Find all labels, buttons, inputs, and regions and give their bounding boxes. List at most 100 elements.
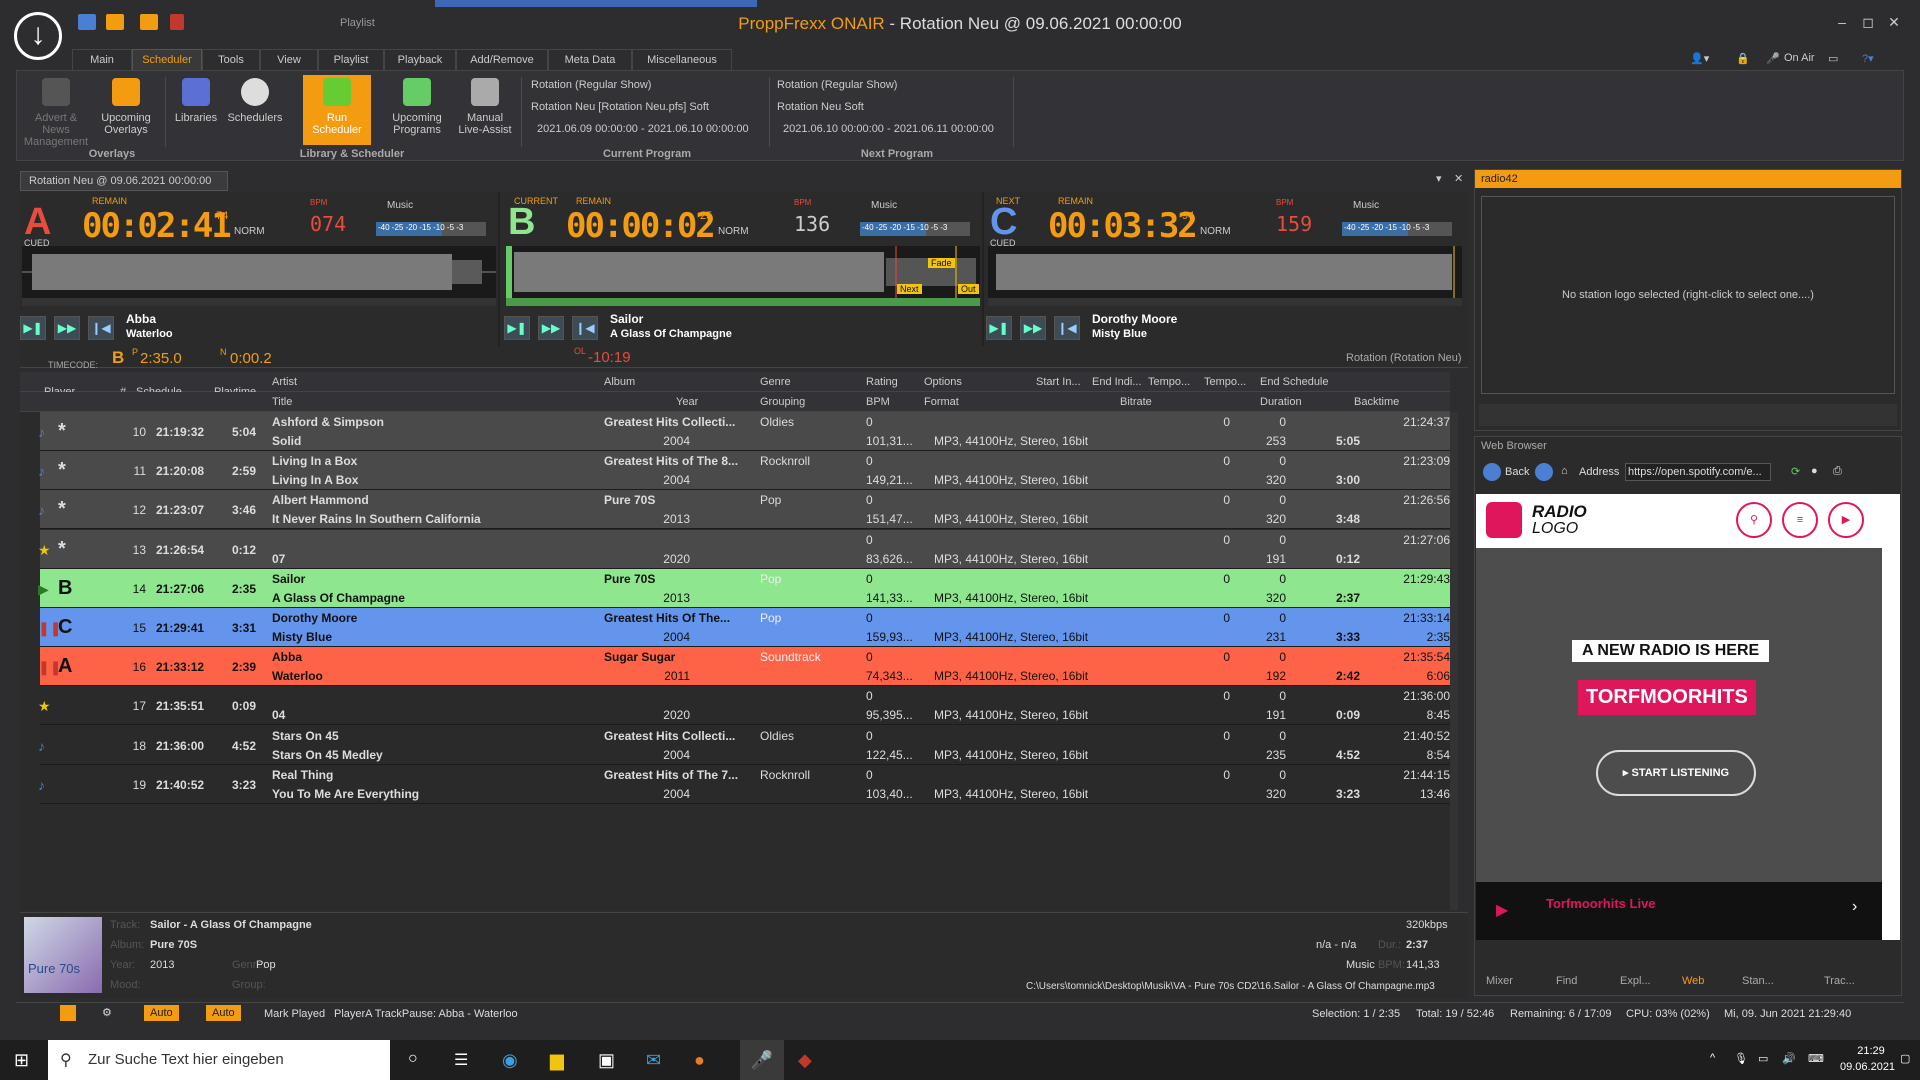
- mic-icon[interactable]: 🎤: [1766, 52, 1780, 65]
- table-row[interactable]: ★ 17 21:35:51 0:09 0 0 0 21:36:00 04 2020 95,395..…: [38, 686, 1450, 726]
- explorer-icon[interactable]: ▆: [550, 1050, 564, 1071]
- radio42-toolbar[interactable]: [1479, 404, 1897, 426]
- cue-back-button[interactable]: ❙◀: [88, 316, 114, 340]
- waveform[interactable]: [22, 246, 496, 298]
- tab-view[interactable]: View: [260, 49, 318, 70]
- panel-tab-mixer[interactable]: Mixer: [1486, 975, 1513, 987]
- site-play-icon[interactable]: ▶: [1828, 502, 1864, 538]
- refresh-icon[interactable]: ⟳: [1791, 465, 1800, 478]
- back-button[interactable]: Back: [1505, 466, 1529, 478]
- libraries-button[interactable]: Libraries: [171, 75, 221, 145]
- monitor-icon[interactable]: ▭: [1828, 52, 1838, 65]
- address-input[interactable]: https://open.spotify.com/e...: [1625, 463, 1771, 481]
- col-tempo-1[interactable]: Tempo...: [1148, 372, 1198, 392]
- live-play-icon[interactable]: ▶: [1496, 900, 1508, 920]
- schedulers-button[interactable]: Schedulers: [225, 75, 285, 145]
- doc-dropdown-icon[interactable]: ▾: [1436, 172, 1442, 185]
- upcoming-programs-button[interactable]: Upcoming Programs: [387, 75, 447, 145]
- tray-chevron-icon[interactable]: ^: [1710, 1052, 1715, 1064]
- maximize-button[interactable]: ◻: [1856, 14, 1880, 31]
- tab-miscellaneous[interactable]: Miscellaneous: [632, 49, 732, 70]
- col-rating[interactable]: Rating: [866, 372, 898, 392]
- col-title[interactable]: Title: [272, 392, 292, 412]
- table-row[interactable]: ▶ B 14 21:27:06 2:35 Sailor Pure 70S Pop 0 0 0 21:2…: [38, 568, 1450, 608]
- mail-icon[interactable]: ✉: [646, 1050, 661, 1071]
- col-bitrate[interactable]: Bitrate: [1120, 392, 1152, 412]
- edge-icon[interactable]: ◉: [502, 1050, 518, 1071]
- tab-tools[interactable]: Tools: [202, 49, 260, 70]
- lock-icon[interactable]: 🔒: [1736, 52, 1750, 65]
- tab-playback[interactable]: Playback: [384, 49, 456, 70]
- doc-close-icon[interactable]: ✕: [1454, 172, 1463, 185]
- play-pause-button[interactable]: ▶❚: [20, 316, 46, 340]
- on-air-label[interactable]: On Air: [1784, 52, 1815, 64]
- table-row[interactable]: ♪ 19 21:40:52 3:23 Real Thing Greatest Hits o…: [38, 764, 1450, 804]
- play-next-button[interactable]: ▶▶: [54, 316, 80, 340]
- home-icon[interactable]: ⌂: [1561, 465, 1568, 477]
- keyboard-icon[interactable]: ⌨: [1808, 1052, 1824, 1065]
- document-tab[interactable]: Rotation Neu @ 09.06.2021 00:00:00: [20, 171, 228, 191]
- windows-start-icon[interactable]: ⊞: [14, 1050, 29, 1071]
- station-logo-area[interactable]: No station logo selected (right-click to…: [1481, 196, 1895, 394]
- col-options[interactable]: Options: [924, 372, 962, 392]
- table-row[interactable]: ♪ 18 21:36:00 4:52 Stars On 45 Greatest Hits …: [38, 725, 1450, 765]
- table-row[interactable]: ♪ * 11 21:20:08 2:59 Living In a Box Greatest …: [38, 451, 1450, 491]
- tray-mic-icon[interactable]: 🎙: [1734, 1052, 1748, 1065]
- col-duration[interactable]: Duration: [1260, 392, 1302, 412]
- site-menu-icon[interactable]: ≡: [1782, 502, 1818, 538]
- play-pause-button[interactable]: ▶❚: [986, 316, 1012, 340]
- chevron-right-icon[interactable]: ›: [1852, 898, 1857, 916]
- panel-tab-stan[interactable]: Stan...: [1742, 975, 1774, 987]
- minimize-button[interactable]: –: [1830, 14, 1854, 30]
- widgets-icon[interactable]: ☰: [454, 1050, 468, 1070]
- col-end-schedule[interactable]: End Schedule: [1260, 372, 1329, 392]
- store-icon[interactable]: ▣: [598, 1050, 615, 1071]
- cue-back-button[interactable]: ❙◀: [572, 316, 598, 340]
- table-row[interactable]: ❚❚ A 16 21:33:12 2:39 Abba Sugar Sugar Soundtra…: [38, 647, 1450, 687]
- col-artist[interactable]: Artist: [272, 372, 297, 392]
- waveform-scrollbar[interactable]: [22, 298, 496, 306]
- auto-button-2[interactable]: Auto: [206, 1005, 241, 1021]
- cue-back-button[interactable]: ❙◀: [1054, 316, 1080, 340]
- taskbar-search[interactable]: Zur Suche Text hier eingeben: [48, 1040, 390, 1080]
- advert-news-button[interactable]: Advert & News Management: [21, 75, 91, 148]
- print-icon[interactable]: ⎙: [1833, 465, 1842, 478]
- col-tempo-2[interactable]: Tempo...: [1204, 372, 1254, 392]
- bulb-icon[interactable]: [60, 1005, 76, 1021]
- col-bpm[interactable]: BPM: [866, 392, 890, 412]
- col-end-indicator[interactable]: End Indi...: [1092, 372, 1142, 392]
- play-pause-button[interactable]: ▶❚: [504, 316, 530, 340]
- panel-tab-web[interactable]: Web: [1682, 975, 1704, 987]
- tab-scheduler[interactable]: Scheduler: [132, 49, 202, 70]
- col-year[interactable]: Year: [676, 392, 698, 412]
- web-scrollbar[interactable]: [1882, 494, 1900, 940]
- col-album[interactable]: Album: [604, 372, 635, 392]
- firefox-icon[interactable]: ●: [694, 1050, 705, 1071]
- site-search-icon[interactable]: ⚲: [1736, 502, 1772, 538]
- col-format[interactable]: Format: [924, 392, 959, 412]
- close-button[interactable]: ✕: [1882, 14, 1906, 31]
- play-next-button[interactable]: ▶▶: [538, 316, 564, 340]
- tab-playlist[interactable]: Playlist: [318, 49, 384, 70]
- back-icon[interactable]: [1483, 463, 1501, 481]
- table-row[interactable]: ♪ * 12 21:23:07 3:46 Albert Hammond Pure 70S Po…: [38, 490, 1450, 530]
- stop-icon[interactable]: ●: [1811, 465, 1818, 477]
- forward-icon[interactable]: [1535, 463, 1553, 481]
- volume-icon[interactable]: 🔊: [1782, 1052, 1796, 1065]
- panel-tab-trac[interactable]: Trac...: [1824, 975, 1855, 987]
- col-genre[interactable]: Genre: [760, 372, 791, 392]
- taskbar-time[interactable]: 21:29: [1846, 1045, 1896, 1057]
- network-icon[interactable]: ▭: [1758, 1052, 1768, 1065]
- waveform-scrollbar[interactable]: [988, 298, 1462, 306]
- play-next-button[interactable]: ▶▶: [1020, 316, 1046, 340]
- taskbar-date[interactable]: 09.06.2021: [1840, 1061, 1895, 1073]
- table-row[interactable]: ★ * 13 21:26:54 0:12 0 0 0 21:27:06 07 2020 83,626.…: [38, 529, 1450, 569]
- col-backtime[interactable]: Backtime: [1354, 392, 1399, 412]
- proppfrexx-taskbar-icon[interactable]: 🎤: [740, 1040, 784, 1080]
- start-listening-button[interactable]: ▸ START LISTENING: [1596, 750, 1756, 796]
- auto-button-1[interactable]: Auto: [144, 1005, 179, 1021]
- col-grouping[interactable]: Grouping: [760, 392, 805, 412]
- waveform-scrollbar[interactable]: [506, 298, 980, 306]
- tab-main[interactable]: Main: [72, 49, 132, 70]
- waveform[interactable]: [988, 246, 1462, 298]
